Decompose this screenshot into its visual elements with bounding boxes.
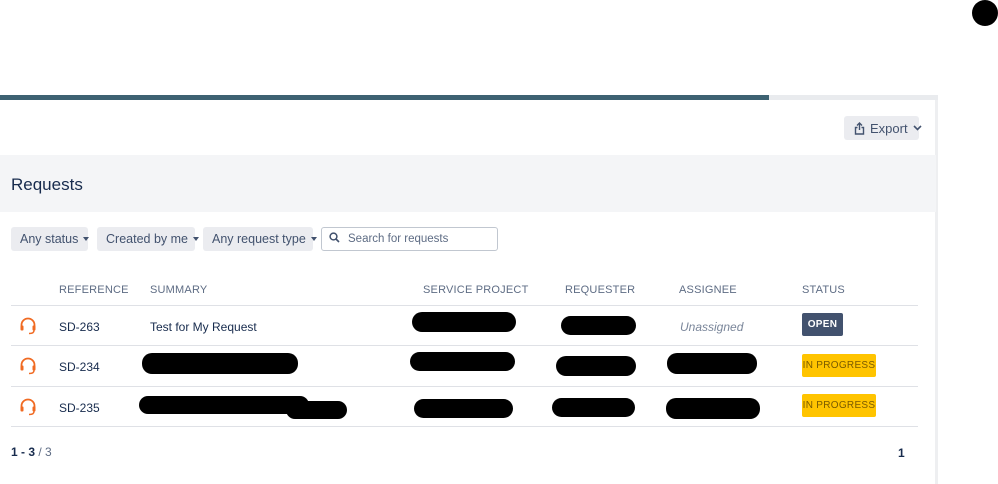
chevron-down-icon	[913, 125, 922, 131]
redacted-requester	[556, 356, 636, 376]
column-header-requester: REQUESTER	[565, 284, 636, 296]
pagination-range: 1 - 3 / 3	[11, 445, 52, 459]
export-button[interactable]: Export	[844, 116, 922, 140]
page-number-button[interactable]: 1	[898, 446, 905, 460]
table-divider	[11, 426, 918, 427]
column-header-summary: SUMMARY	[150, 284, 208, 296]
request-reference[interactable]: SD-263	[59, 320, 100, 334]
table-divider	[11, 305, 918, 306]
request-summary[interactable]: Test for My Request	[150, 320, 257, 334]
redacted-assignee	[666, 398, 760, 419]
share-icon	[854, 121, 865, 135]
status-filter-label: Any status	[20, 232, 79, 246]
created-by-filter[interactable]: Created by me	[97, 227, 199, 251]
redacted-requester	[561, 316, 636, 335]
column-header-service-project: SERVICE PROJECT	[423, 284, 529, 296]
redacted-requester	[552, 398, 635, 417]
redacted-service-project	[414, 399, 513, 418]
status-badge: IN PROGRESS	[802, 394, 876, 417]
status-badge: OPEN	[802, 313, 843, 336]
headset-icon	[20, 317, 36, 335]
column-header-assignee: ASSIGNEE	[679, 284, 737, 296]
redacted-assignee	[667, 353, 757, 374]
pagination-total: 3	[45, 445, 52, 459]
table-divider	[11, 345, 918, 346]
request-reference[interactable]: SD-235	[59, 401, 100, 415]
status-filter[interactable]: Any status	[11, 227, 90, 251]
headset-icon	[20, 357, 36, 375]
redacted-service-project	[412, 312, 516, 332]
pagination-shown: 1 - 3	[11, 445, 36, 459]
search-icon	[329, 230, 340, 248]
export-label: Export	[870, 120, 908, 136]
caret-down-icon	[310, 237, 317, 241]
status-badge: IN PROGRESS	[802, 354, 876, 377]
request-type-filter-label: Any request type	[212, 232, 306, 246]
request-reference[interactable]: SD-234	[59, 360, 100, 374]
page-header	[0, 155, 936, 212]
redaction-blot	[972, 0, 998, 26]
table-divider	[11, 386, 918, 387]
column-header-status: STATUS	[802, 284, 845, 296]
created-by-filter-label: Created by me	[106, 232, 188, 246]
search-input[interactable]	[348, 233, 488, 245]
headset-icon	[20, 398, 36, 416]
page-title: Requests	[11, 175, 83, 194]
search-field[interactable]	[321, 227, 498, 251]
redacted-service-project	[410, 352, 515, 371]
assignee-unassigned: Unassigned	[680, 320, 744, 334]
request-type-filter[interactable]: Any request type	[203, 227, 317, 251]
redacted-summary	[286, 401, 347, 419]
column-header-reference: REFERENCE	[59, 284, 129, 296]
caret-down-icon	[192, 237, 199, 241]
pagination-separator: /	[35, 445, 46, 459]
redacted-summary	[139, 396, 309, 414]
redacted-summary	[142, 353, 298, 374]
caret-down-icon	[83, 237, 90, 241]
